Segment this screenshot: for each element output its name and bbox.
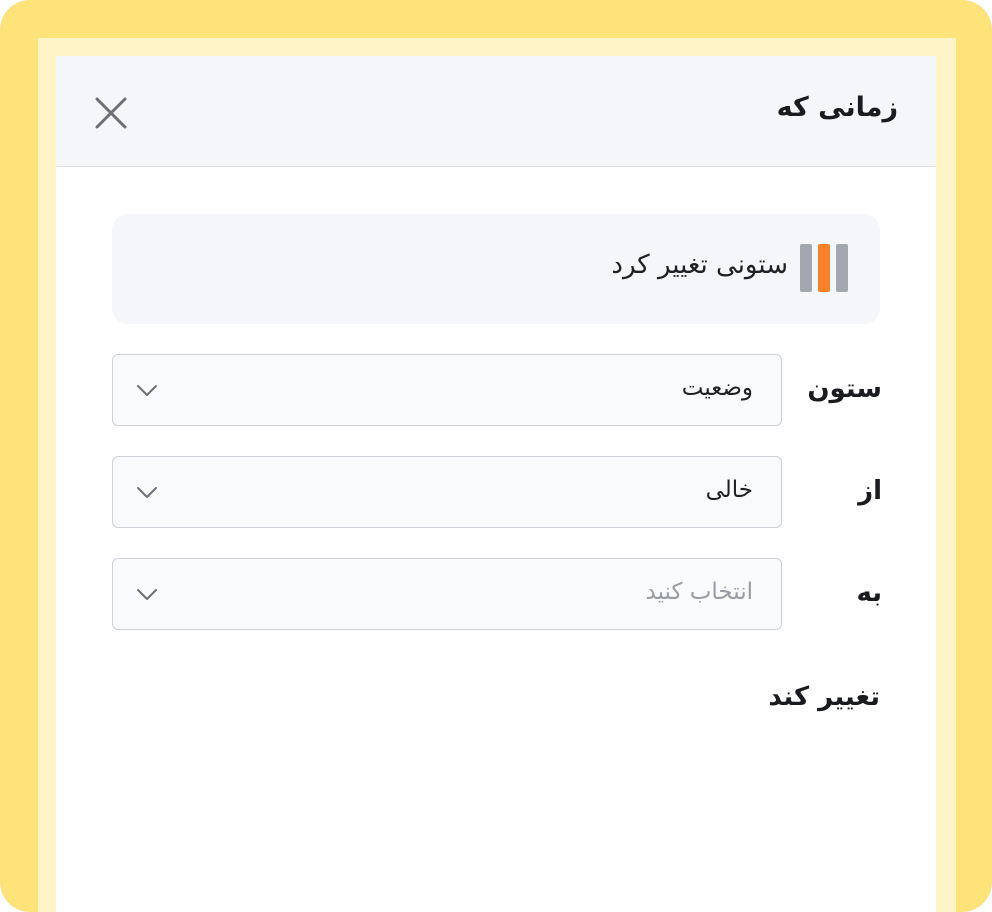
close-icon	[95, 97, 127, 129]
to-field-label: به	[856, 578, 882, 608]
automation-panel: زمانی که ستونی تغییر کرد ستون وضعیت از خ…	[56, 56, 936, 912]
column-field-label: ستون	[807, 374, 882, 404]
column-select[interactable]: وضعیت	[112, 354, 782, 426]
trigger-card[interactable]: ستونی تغییر کرد	[112, 214, 880, 324]
from-select[interactable]: خالی	[112, 456, 782, 528]
to-select[interactable]: انتخاب کنید	[112, 558, 782, 630]
close-button[interactable]	[92, 94, 130, 132]
chevron-down-icon	[137, 385, 157, 396]
columns-icon	[800, 244, 848, 292]
chevron-down-icon	[137, 487, 157, 498]
chevron-down-icon	[137, 589, 157, 600]
changes-text: تغییر کند	[768, 682, 880, 712]
to-select-placeholder: انتخاب کنید	[645, 579, 753, 605]
from-field-label: از	[858, 476, 882, 506]
trigger-label: ستونی تغییر کرد	[611, 250, 788, 280]
panel-title: زمانی که	[776, 92, 898, 123]
from-select-value: خالی	[705, 477, 753, 503]
panel-header: زمانی که	[56, 56, 936, 167]
column-select-value: وضعیت	[681, 375, 753, 401]
